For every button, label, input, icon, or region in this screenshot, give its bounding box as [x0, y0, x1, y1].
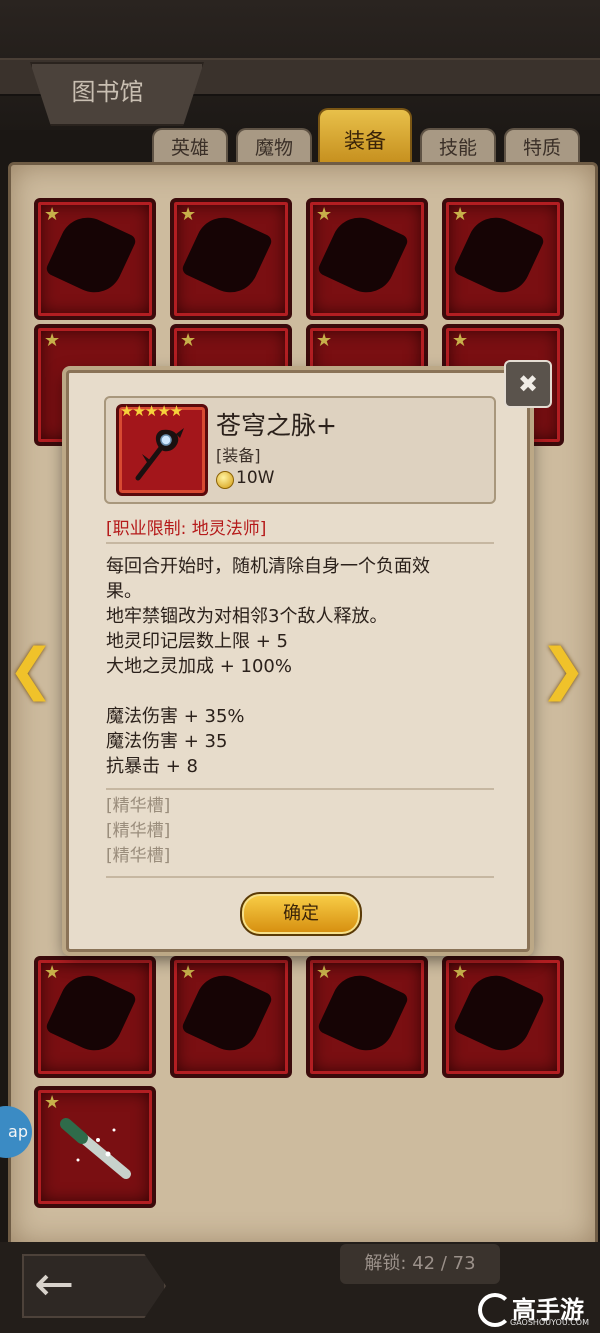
essence-slot: [精华槽] [106, 796, 171, 816]
tab-heroes[interactable]: 英雄 [152, 128, 228, 166]
staff-icon [135, 428, 184, 481]
equipment-slot[interactable]: ★ [306, 956, 428, 1078]
stat-line: 魔法伤害 + 35% [106, 706, 245, 727]
divider [106, 788, 494, 790]
back-arrow-icon: ← [34, 1256, 75, 1312]
effect-line: 每回合开始时，随机清除自身一个负面效 [106, 556, 430, 577]
item-type: [装备] [216, 446, 261, 465]
star-icon: ★ [180, 962, 197, 983]
watermark-url: GAOSHOUYOU.COM [510, 1318, 590, 1327]
star-icon: ★ [452, 204, 469, 225]
star-icon: ★ [180, 204, 197, 225]
tab-equipment[interactable]: 装备 [318, 108, 412, 166]
page-title: 图书馆 [71, 78, 144, 106]
divider [106, 876, 494, 878]
unlock-counter: 解锁: 42 / 73 [340, 1244, 500, 1284]
essence-slot: [精华槽] [106, 821, 171, 841]
prev-item-arrow-icon[interactable]: ❮ [6, 640, 56, 700]
equipment-slot[interactable]: ★ [442, 198, 564, 320]
essence-slot: [精华槽] [106, 846, 171, 866]
equipment-slot[interactable]: ★ [170, 198, 292, 320]
stat-line: 抗暴击 + 8 [106, 756, 198, 777]
effect-line: 地灵印记层数上限 + 5 [106, 631, 288, 652]
star-icon: ★ [180, 330, 197, 351]
star-icon: ★ [44, 330, 61, 351]
class-restriction: [职业限制: 地灵法师] [106, 519, 267, 539]
effect-line: 地牢禁锢改为对相邻3个敌人释放。 [106, 606, 388, 627]
close-icon: ✖ [517, 370, 539, 398]
equipment-slot[interactable]: ★ [306, 198, 428, 320]
tab-traits[interactable]: 特质 [504, 128, 580, 166]
item-name: 苍穹之脉+ [216, 411, 337, 440]
next-item-arrow-icon[interactable]: ❯ [538, 640, 588, 700]
star-icon: ★ [44, 962, 61, 983]
item-star-rating: ★★★★★ [120, 402, 183, 420]
tab-monsters[interactable]: 魔物 [236, 128, 312, 166]
confirm-button[interactable]: 确定 [240, 892, 362, 936]
stat-line: 魔法伤害 + 35 [106, 731, 228, 752]
equipment-slot[interactable]: ★ [170, 956, 292, 1078]
equipment-slot[interactable]: ★ [34, 1086, 156, 1208]
divider [106, 542, 494, 544]
close-button[interactable]: ✖ [504, 360, 552, 408]
effect-line: 果。 [106, 581, 142, 602]
sparkle-weapon-icon [60, 1118, 131, 1179]
equipment-slot[interactable]: ★ [442, 956, 564, 1078]
tab-skills[interactable]: 技能 [420, 128, 496, 166]
equipment-slot[interactable]: ★ [34, 956, 156, 1078]
star-icon: ★ [44, 204, 61, 225]
star-icon: ★ [452, 330, 469, 351]
star-icon: ★ [452, 962, 469, 983]
equipment-slot[interactable]: ★ [34, 198, 156, 320]
effect-line: 大地之灵加成 + 100% [106, 656, 292, 677]
star-icon: ★ [316, 330, 333, 351]
watermark-logo-icon [478, 1293, 512, 1327]
star-icon: ★ [316, 204, 333, 225]
coin-icon [216, 471, 234, 489]
item-price: 10W [236, 468, 275, 488]
star-icon: ★ [316, 962, 333, 983]
